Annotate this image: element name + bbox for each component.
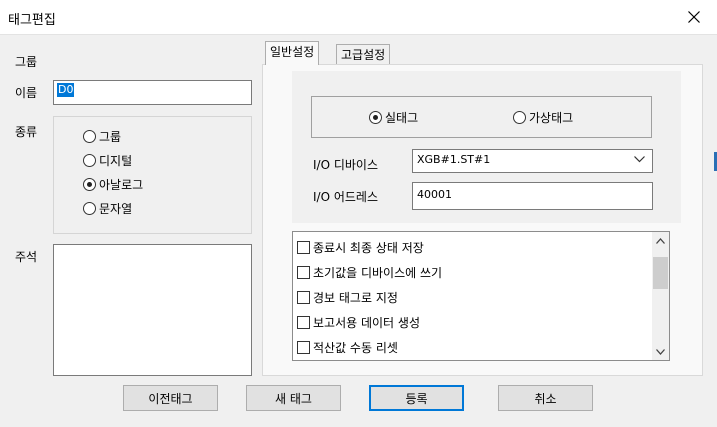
scroll-up-button[interactable] — [652, 232, 669, 249]
radio-analog-circle[interactable] — [83, 178, 96, 191]
name-input-value: D0 — [57, 83, 75, 97]
tab-advanced[interactable]: 고급설정 — [336, 44, 391, 66]
io-device-label: I/O 디바이스 — [313, 158, 379, 172]
checkbox-alarm-tag[interactable] — [297, 291, 310, 304]
option-alarm-tag[interactable]: 경보 태그로 지정 — [297, 289, 398, 306]
radio-digital-label: 디지털 — [99, 154, 133, 168]
tag-kind-groupbox — [311, 96, 652, 138]
io-device-value: XGB#1.ST#1 — [417, 153, 491, 166]
scroll-thumb[interactable] — [653, 257, 668, 289]
tab-general-label: 일반설정 — [270, 45, 315, 59]
prev-tag-button[interactable]: 이전태그 — [123, 385, 218, 411]
type-radio-digital[interactable]: 디지털 — [83, 152, 132, 169]
type-radio-group[interactable]: 그룹 — [83, 128, 121, 145]
radio-group-label: 그룹 — [99, 130, 122, 144]
comment-label: 주석 — [15, 250, 38, 264]
io-address-label: I/O 어드레스 — [313, 190, 379, 204]
window-title: 태그편집 — [8, 13, 56, 28]
tab-advanced-label: 고급설정 — [341, 48, 386, 62]
cancel-button[interactable]: 취소 — [498, 385, 593, 411]
tag-kind-radio-real[interactable]: 실태그 — [369, 109, 418, 126]
radio-digital-circle[interactable] — [83, 154, 96, 167]
chevron-up-icon — [656, 237, 665, 244]
checkbox-write-initial[interactable] — [297, 266, 310, 279]
io-address-input[interactable]: 40001 — [412, 182, 653, 210]
radio-string-circle[interactable] — [83, 202, 96, 215]
name-input[interactable]: D0 — [53, 80, 252, 105]
radio-string-label: 문자열 — [99, 202, 133, 216]
register-button[interactable]: 등록 — [369, 385, 464, 411]
tag-kind-radio-virtual[interactable]: 가상태그 — [513, 109, 573, 126]
chevron-down-icon — [634, 156, 645, 163]
radio-real-label: 실태그 — [385, 111, 419, 125]
radio-analog-label: 아날로그 — [99, 178, 144, 192]
option-save-final-state[interactable]: 종료시 최종 상태 저장 — [297, 239, 424, 256]
scroll-down-button[interactable] — [652, 343, 669, 360]
option-manual-reset[interactable]: 적산값 수동 리셋 — [297, 339, 398, 356]
checkbox-save-final-state[interactable] — [297, 241, 310, 254]
options-checklist[interactable]: 종료시 최종 상태 저장 초기값을 디바이스에 쓰기 경보 태그로 지정 보고서… — [292, 231, 670, 361]
option-manual-reset-label: 적산값 수동 리셋 — [313, 341, 398, 355]
options-scrollbar[interactable] — [652, 232, 669, 360]
comment-textarea[interactable] — [53, 244, 252, 376]
name-label: 이름 — [15, 86, 38, 100]
io-address-value: 40001 — [417, 188, 452, 201]
type-label: 종류 — [15, 125, 38, 139]
radio-group-circle[interactable] — [83, 130, 96, 143]
tab-general[interactable]: 일반설정 — [265, 41, 320, 65]
chevron-down-icon — [656, 348, 665, 355]
io-device-select[interactable]: XGB#1.ST#1 — [412, 149, 653, 173]
radio-virtual-circle[interactable] — [513, 111, 526, 124]
option-save-final-state-label: 종료시 최종 상태 저장 — [313, 241, 424, 255]
option-alarm-tag-label: 경보 태그로 지정 — [313, 291, 398, 305]
type-radio-analog[interactable]: 아날로그 — [83, 176, 143, 193]
close-icon — [688, 11, 700, 23]
title-bar: 태그편집 — [0, 0, 717, 35]
group-label: 그룹 — [15, 55, 38, 69]
option-write-initial[interactable]: 초기값을 디바이스에 쓰기 — [297, 264, 442, 281]
option-write-initial-label: 초기값을 디바이스에 쓰기 — [313, 266, 443, 280]
radio-real-circle[interactable] — [369, 111, 382, 124]
checkbox-manual-reset[interactable] — [297, 341, 310, 354]
checkbox-report-data[interactable] — [297, 316, 310, 329]
close-button[interactable] — [671, 0, 717, 34]
option-report-data[interactable]: 보고서용 데이터 생성 — [297, 314, 420, 331]
new-tag-button[interactable]: 새 태그 — [246, 385, 341, 411]
radio-virtual-label: 가상태그 — [529, 111, 574, 125]
option-report-data-label: 보고서용 데이터 생성 — [313, 316, 420, 330]
type-radio-string[interactable]: 문자열 — [83, 200, 132, 217]
